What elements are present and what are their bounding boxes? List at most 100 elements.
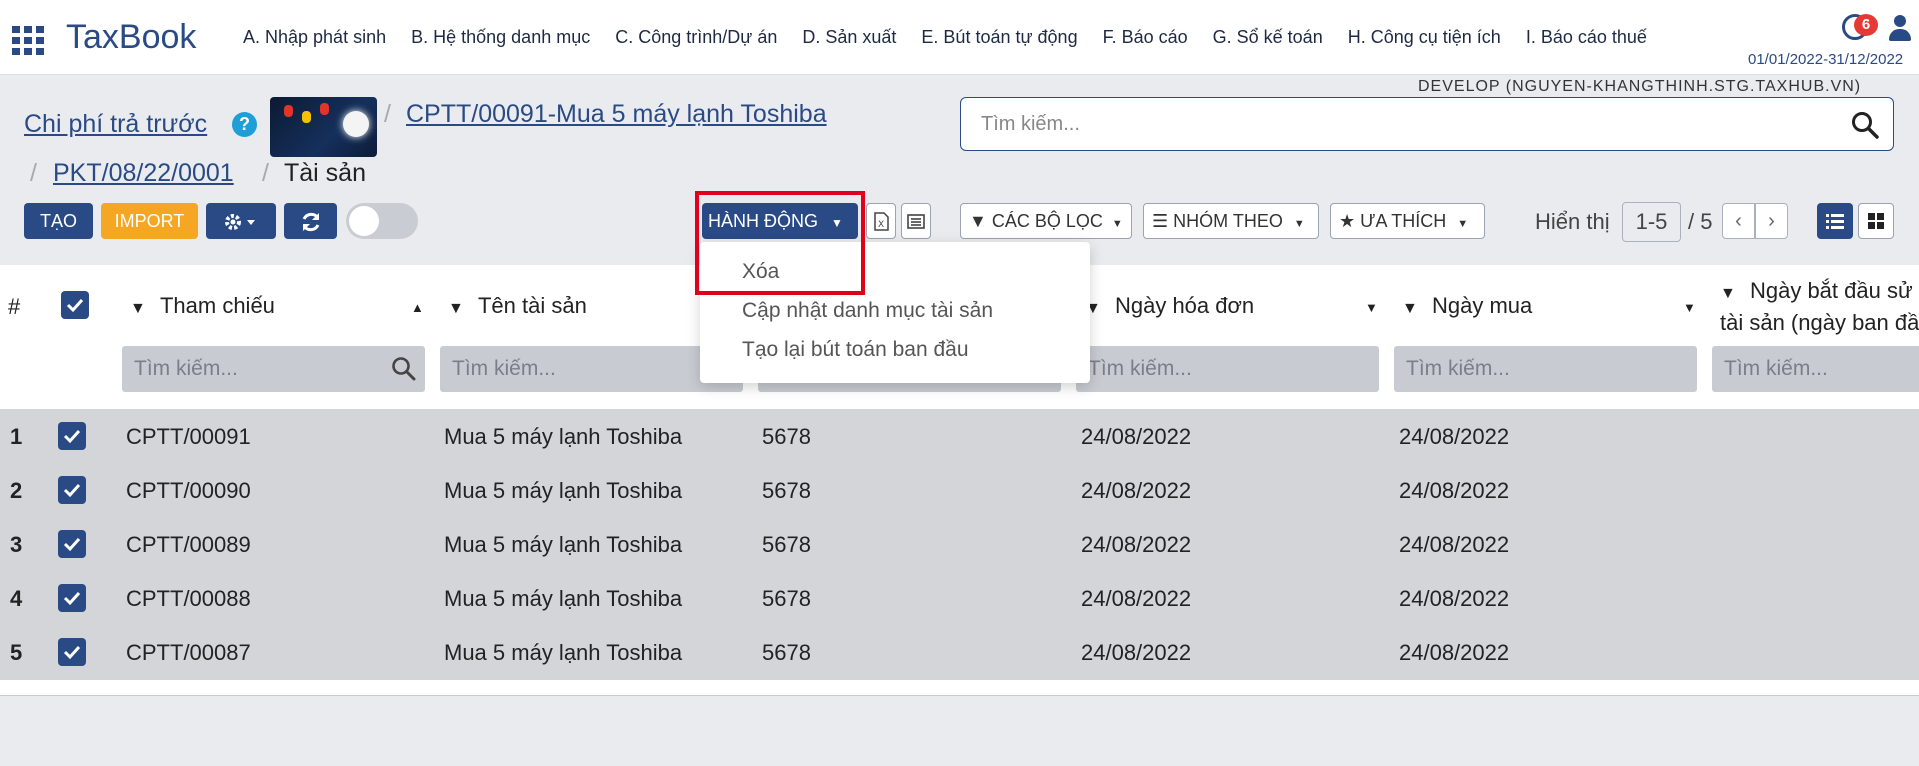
cell-reference: CPTT/00088: [126, 586, 251, 611]
cell-asset-name: Mua 5 máy lạnh Toshiba: [444, 424, 683, 449]
column-header-start-date[interactable]: ▼ Ngày bắt đầu sử: [1720, 278, 1913, 304]
row-checkbox[interactable]: [58, 422, 86, 450]
table-columns-icon: [907, 214, 925, 229]
row-checkbox[interactable]: [58, 530, 86, 558]
list-view-button[interactable]: [1817, 203, 1853, 239]
list-settings-button[interactable]: [901, 203, 931, 239]
column-header-reference[interactable]: ▼ Tham chiếu: [130, 293, 275, 319]
filters-label: CÁC BỘ LỌC: [991, 211, 1103, 231]
menu-item-but-toan-tu-dong[interactable]: E. Bút toán tự động: [921, 27, 1077, 48]
sort-desc-icon[interactable]: ▼: [1365, 300, 1378, 315]
refresh-button[interactable]: [284, 203, 337, 239]
export-excel-button[interactable]: X: [866, 203, 896, 239]
column-search-input[interactable]: [1088, 354, 1331, 384]
menu-item-cong-cu-tien-ich[interactable]: H. Công cụ tiện ích: [1348, 27, 1501, 48]
star-icon: ★: [1339, 211, 1356, 231]
breadcrumb-root[interactable]: Chi phí trả trước: [24, 110, 207, 139]
favorites-button[interactable]: ★ ƯA THÍCH ▼: [1330, 203, 1485, 239]
column-search-input[interactable]: [452, 354, 695, 384]
menu-item-san-xuat[interactable]: D. Sản xuất: [802, 27, 896, 48]
column-search-input[interactable]: [1406, 354, 1649, 384]
column-header-purchase-date[interactable]: ▼ Ngày mua: [1402, 293, 1532, 319]
main-menu: A. Nhập phát sinh B. Hệ thống danh mục C…: [243, 27, 1672, 48]
import-button[interactable]: IMPORT: [101, 203, 198, 239]
top-navbar: TaxBook A. Nhập phát sinh B. Hệ thống da…: [0, 0, 1919, 75]
search-bar: [960, 97, 1894, 151]
breadcrumb-voucher[interactable]: PKT/08/22/0001: [53, 159, 234, 188]
breadcrumb-record[interactable]: CPTT/00091-Mua 5 máy lạnh Toshiba: [406, 100, 827, 129]
brand-logo[interactable]: TaxBook: [66, 18, 196, 57]
row-number: 5: [10, 640, 23, 665]
search-icon[interactable]: [1851, 111, 1879, 139]
group-by-button[interactable]: ☰ NHÓM THEO ▼: [1143, 203, 1319, 239]
action-dropdown-button[interactable]: HÀNH ĐỘNG ▼: [702, 203, 858, 239]
column-header-invoice-date[interactable]: ▼ Ngày hóa đơn: [1085, 293, 1254, 319]
column-search-invoice-date: [1076, 346, 1379, 392]
action-button-label: HÀNH ĐỘNG: [708, 211, 819, 231]
user-icon[interactable]: [1888, 15, 1912, 43]
menu-item-he-thong-danh-muc[interactable]: B. Hệ thống danh mục: [411, 27, 590, 48]
pager-prev-button[interactable]: ‹: [1722, 203, 1755, 239]
menu-item-bao-cao-thue[interactable]: I. Báo cáo thuế: [1526, 27, 1647, 48]
menu-item-bao-cao[interactable]: F. Báo cáo: [1103, 27, 1188, 48]
cell-code: 5678: [762, 586, 811, 611]
search-input[interactable]: [981, 110, 1801, 138]
column-header-label: Tên tài sản: [477, 293, 587, 318]
caret-down-icon: ▼: [1111, 218, 1123, 230]
cell-code: 5678: [762, 424, 811, 449]
row-number: 3: [10, 532, 23, 557]
settings-dropdown-button[interactable]: [206, 203, 276, 239]
table-body: 1 CPTT/00091 Mua 5 máy lạnh Toshiba 5678…: [0, 409, 1919, 680]
help-icon[interactable]: ?: [232, 112, 257, 137]
caret-down-icon: ▼: [831, 216, 843, 230]
table-row[interactable]: 2 CPTT/00090 Mua 5 máy lạnh Toshiba 5678…: [0, 463, 1919, 517]
row-number-header: #: [8, 294, 21, 319]
pager-value[interactable]: 1-5: [1622, 202, 1681, 242]
table-row[interactable]: 4 CPTT/00088 Mua 5 máy lạnh Toshiba 5678…: [0, 571, 1919, 625]
refresh-icon: [302, 213, 319, 232]
filters-button[interactable]: ▼ CÁC BỘ LỌC ▼: [960, 203, 1132, 239]
search-icon[interactable]: [391, 356, 417, 382]
table-row[interactable]: 5 CPTT/00087 Mua 5 máy lạnh Toshiba 5678…: [0, 625, 1919, 679]
kanban-view-button[interactable]: [1858, 203, 1894, 239]
menu-item-so-ke-toan[interactable]: G. Sổ kế toán: [1213, 27, 1323, 48]
filter-icon: ▼: [1720, 285, 1736, 302]
sort-asc-icon[interactable]: ▲: [411, 300, 424, 315]
filter-icon: ▼: [130, 300, 146, 317]
table-row[interactable]: 1 CPTT/00091 Mua 5 máy lạnh Toshiba 5678…: [0, 409, 1919, 463]
list-view-icon: [1826, 214, 1844, 229]
cell-purchase-date: 24/08/2022: [1399, 424, 1510, 449]
cell-asset-name: Mua 5 máy lạnh Toshiba: [444, 640, 683, 665]
gear-icon: [225, 214, 255, 231]
cell-code: 5678: [762, 478, 811, 503]
menu-item-cong-trinh-du-an[interactable]: C. Công trình/Dự án: [615, 27, 777, 48]
column-search-input[interactable]: [1724, 354, 1890, 384]
cell-invoice-date: 24/08/2022: [1081, 424, 1192, 449]
toggle-switch[interactable]: [346, 203, 418, 239]
fiscal-period[interactable]: 01/01/2022-31/12/2022: [1748, 51, 1903, 68]
bars-icon: ☰: [1152, 211, 1169, 231]
pager-label: Hiển thị: [1535, 209, 1610, 234]
row-checkbox[interactable]: [58, 638, 86, 666]
table-row[interactable]: 3 CPTT/00089 Mua 5 máy lạnh Toshiba 5678…: [0, 517, 1919, 571]
row-checkbox[interactable]: [58, 584, 86, 612]
action-menu-item-update-asset-category[interactable]: Cập nhật danh mục tài sản: [742, 299, 993, 323]
cell-asset-name: Mua 5 máy lạnh Toshiba: [444, 586, 683, 611]
favorites-label: ƯA THÍCH: [1360, 211, 1447, 231]
column-search-input[interactable]: [134, 354, 377, 384]
menu-item-nhap-phat-sinh[interactable]: A. Nhập phát sinh: [243, 27, 386, 48]
sort-desc-icon[interactable]: ▼: [1683, 300, 1696, 315]
breadcrumb-current: Tài sản: [284, 159, 366, 187]
pager-next-button[interactable]: ›: [1755, 203, 1788, 239]
action-menu-item-regenerate-initial-entry[interactable]: Tạo lại bút toán ban đầu: [742, 338, 969, 362]
excel-file-icon: X: [874, 212, 889, 231]
cell-purchase-date: 24/08/2022: [1399, 478, 1510, 503]
column-header-label: Ngày hóa đơn: [1114, 293, 1255, 318]
action-menu-item-delete[interactable]: Xóa: [742, 260, 779, 284]
breadcrumb-separator: /: [262, 159, 269, 187]
select-all-checkbox[interactable]: [61, 291, 89, 319]
row-checkbox[interactable]: [58, 476, 86, 504]
create-button[interactable]: TẠO: [24, 203, 93, 239]
apps-grid-icon[interactable]: [12, 26, 48, 55]
column-header-asset-name[interactable]: ▼ Tên tài sản: [448, 293, 587, 319]
